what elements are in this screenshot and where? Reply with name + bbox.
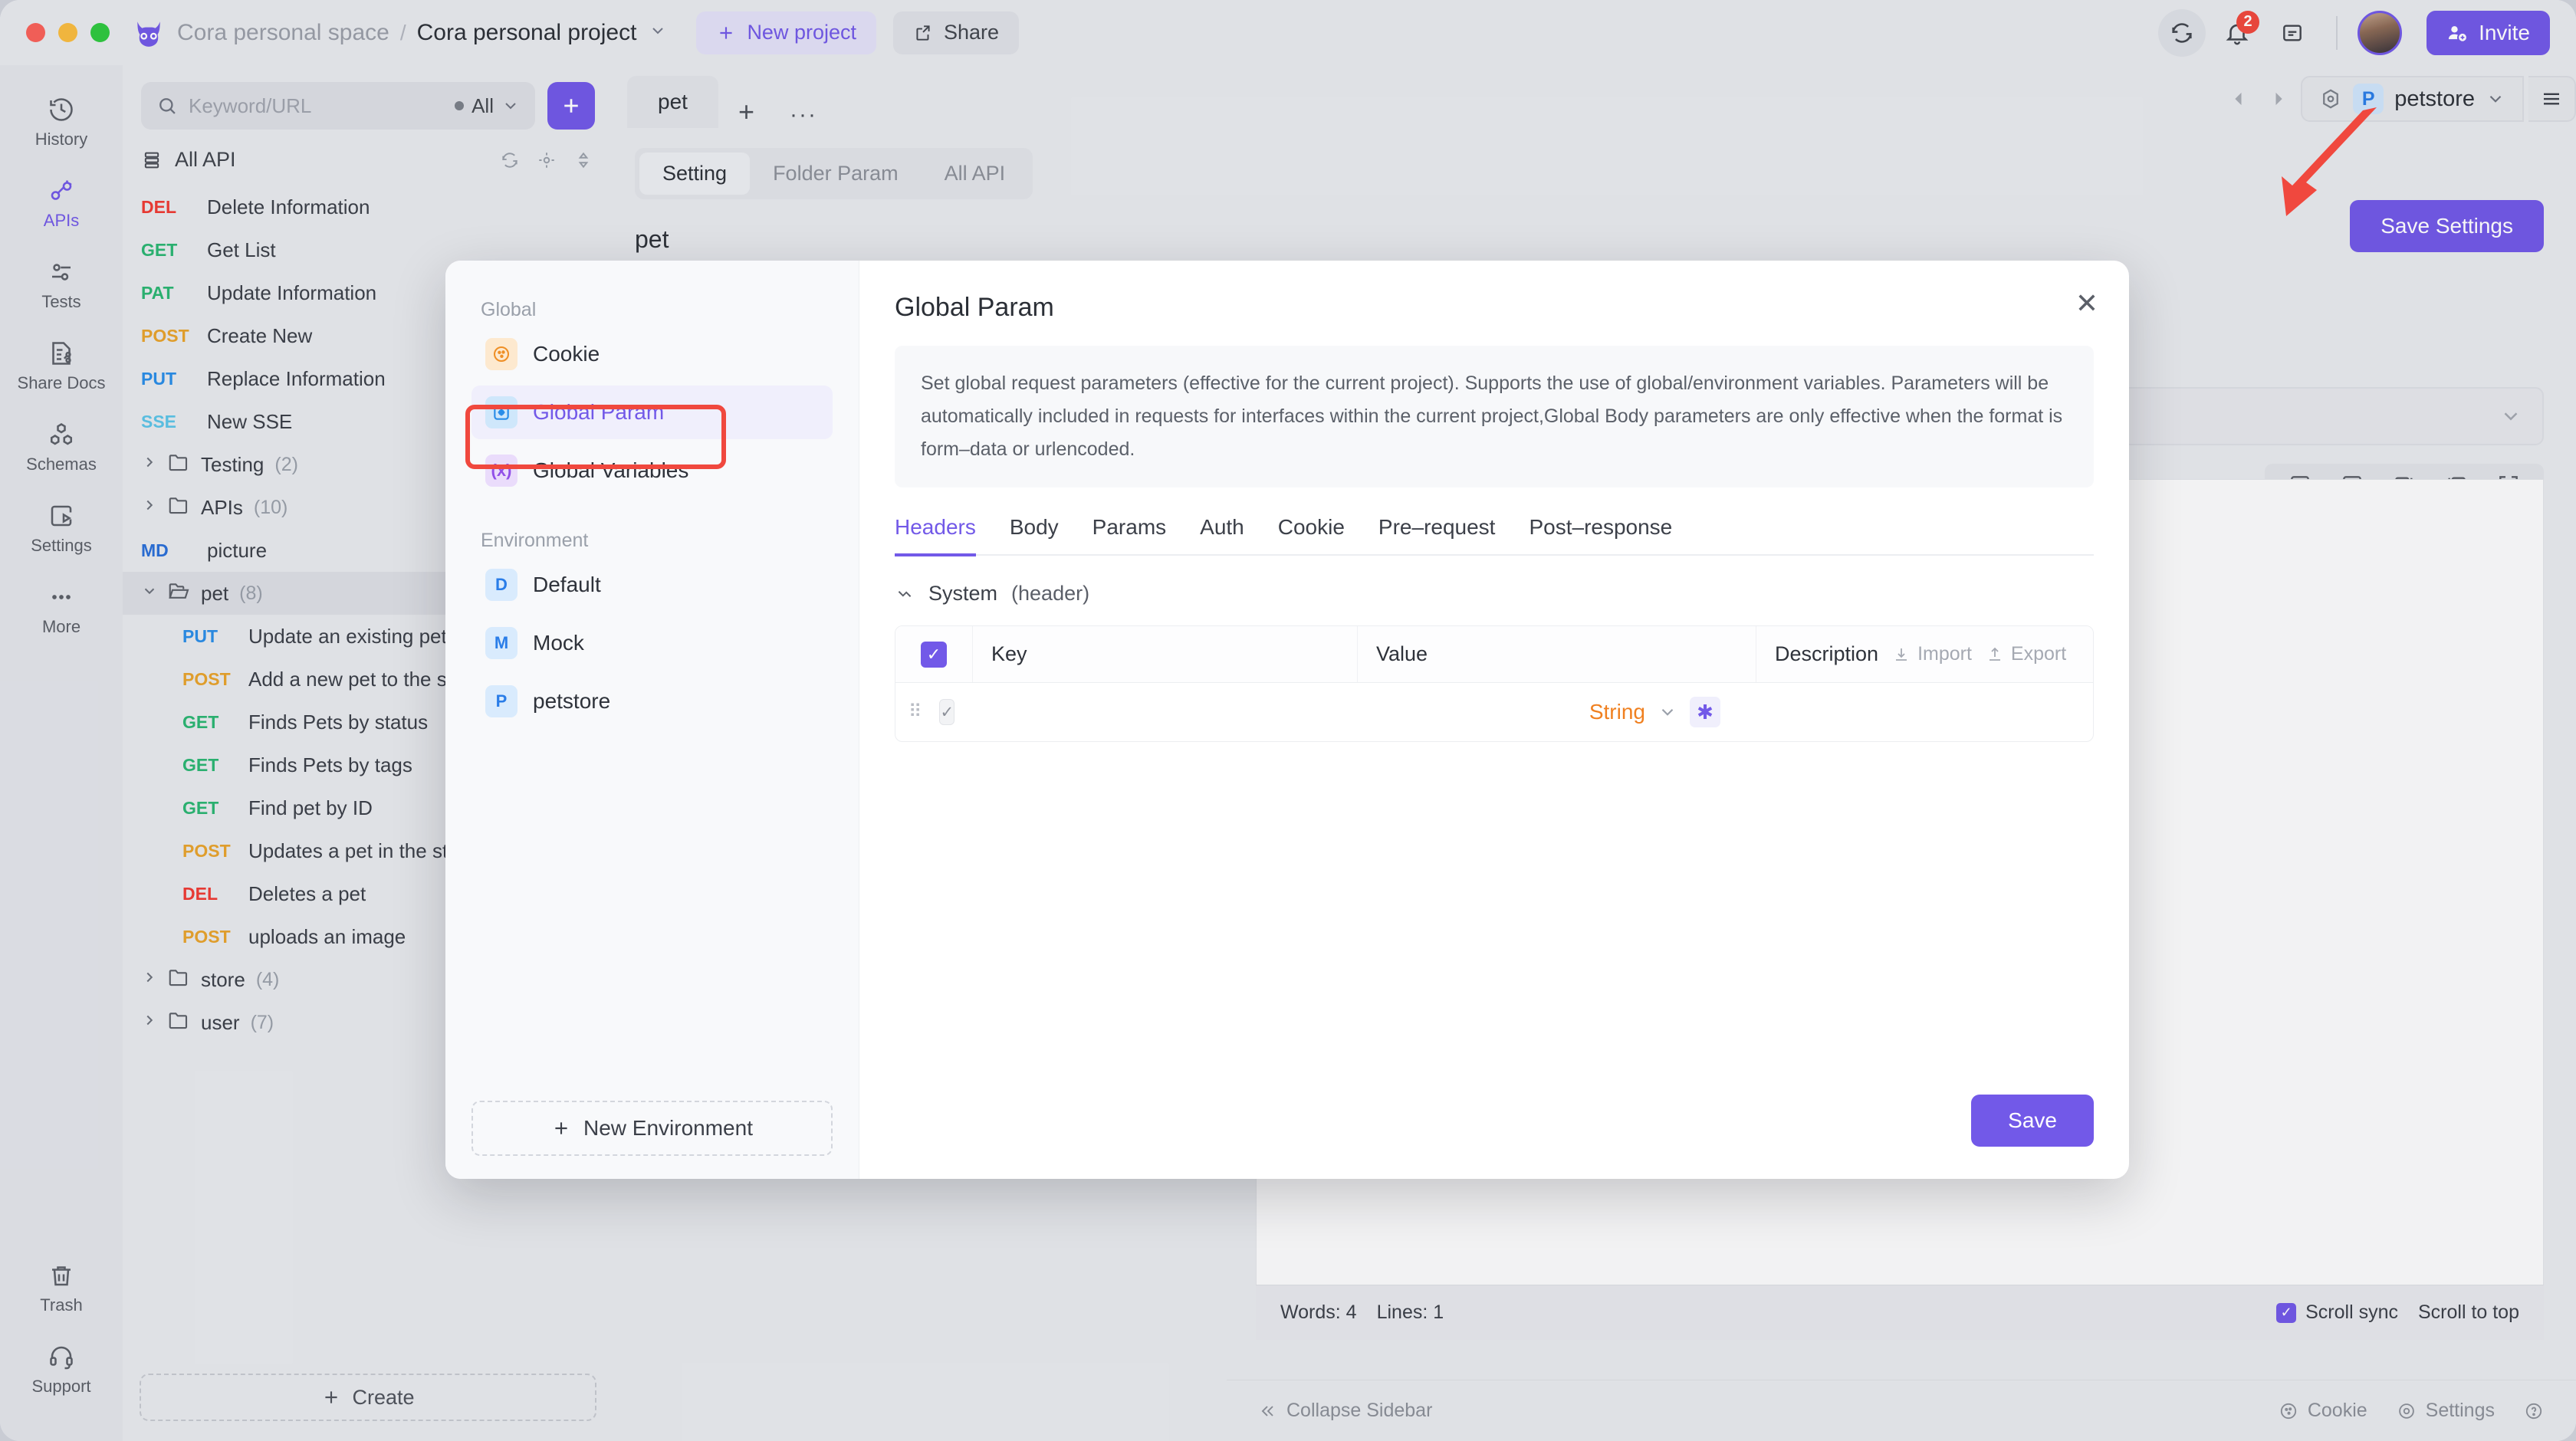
required-toggle-icon[interactable]: ✱ [1690,697,1720,727]
column-key: Key [972,626,1357,682]
modal-tab-cookie[interactable]: Cookie [1278,515,1345,556]
global-variables-icon: (x) [485,455,518,487]
new-environment-label: New Environment [583,1116,753,1140]
new-environment-button[interactable]: New Environment [472,1101,833,1156]
app-window: Cora personal space / Cora personal proj… [0,0,2576,1441]
nav-item-global-param-label: Global Param [533,400,665,424]
nav-item-petstore-label: petstore [533,689,611,713]
system-label: System [928,582,998,605]
params-table-header: ✓ Key Value Description Import Export [895,626,2093,683]
export-icon [1989,647,2000,661]
chevron-down-icon [1661,708,1674,716]
nav-group-environment-label: Environment [481,530,589,551]
import-label: Import [1917,643,1972,665]
export-button[interactable]: Export [1986,643,2066,665]
nav-item-default[interactable]: D Default [472,558,833,612]
global-param-icon [485,396,518,428]
modal-title: Global Param [895,293,1054,322]
nav-item-global-variables[interactable]: (x) Global Variables [472,444,833,497]
row-checkbox[interactable]: ✓ [939,699,955,725]
select-all-checkbox[interactable]: ✓ [895,626,972,682]
global-param-modal: Global Cookie Global Param (x) Global Va… [445,261,2129,1179]
environment-badge-icon: M [485,627,518,659]
modal-tab-headers[interactable]: Headers [895,515,976,556]
table-row[interactable]: ⠿ ✓ String ✱ [895,683,2093,741]
row-type-label: String [1589,700,1645,724]
import-icon [1896,648,1907,661]
system-header-group[interactable]: System (header) [895,582,2094,606]
nav-item-cookie[interactable]: Cookie [472,327,833,381]
checkbox-checked-icon: ✓ [921,641,947,668]
nav-item-global-variables-label: Global Variables [533,458,689,482]
nav-item-global-param[interactable]: Global Param [472,386,833,439]
nav-item-cookie-label: Cookie [533,342,600,366]
params-table: ✓ Key Value Description Import Export ⠿ … [895,625,2094,742]
nav-group-global-label: Global [481,299,537,320]
cookie-icon [485,338,518,370]
environment-badge-icon: D [485,569,518,601]
modal-nav-panel: Global Cookie Global Param (x) Global Va… [445,261,859,1179]
plus-icon [555,1122,567,1134]
system-suffix: (header) [1011,582,1090,605]
close-icon[interactable]: ✕ [2075,290,2098,317]
row-key-input[interactable] [972,683,1357,741]
modal-tabs[interactable]: Headers Body Params Auth Cookie Pre–requ… [895,515,2094,556]
modal-content-panel: Global Param ✕ Set global request parame… [859,261,2129,1179]
nav-item-default-label: Default [533,573,601,596]
row-type-select[interactable]: String ✱ [1589,697,1737,727]
drag-handle-icon[interactable]: ⠿ [909,702,923,720]
export-label: Export [2010,643,2067,665]
modal-tab-params[interactable]: Params [1092,515,1166,556]
column-value: Value [1357,626,1756,682]
modal-tab-body[interactable]: Body [1010,515,1059,556]
column-description-label: Description [1775,642,1879,665]
modal-tab-pre-request[interactable]: Pre–request [1378,515,1496,556]
collapse-arrow-icon [898,590,912,597]
nav-item-mock[interactable]: M Mock [472,616,833,670]
modal-notice: Set global request parameters (effective… [895,346,2094,487]
row-value-input[interactable]: String ✱ [1357,683,1756,741]
row-controls[interactable]: ⠿ ✓ [895,683,972,741]
column-description: Description Import Export [1756,626,2093,682]
nav-item-petstore[interactable]: P petstore [472,675,833,728]
modal-save-button[interactable]: Save [1971,1095,2094,1147]
import-button[interactable]: Import [1892,643,1972,665]
modal-tab-auth[interactable]: Auth [1200,515,1244,556]
environment-badge-icon: P [485,685,518,717]
row-description-input[interactable] [1756,683,2093,741]
nav-item-mock-label: Mock [533,631,584,655]
modal-tab-post-response[interactable]: Post–response [1529,515,1672,556]
